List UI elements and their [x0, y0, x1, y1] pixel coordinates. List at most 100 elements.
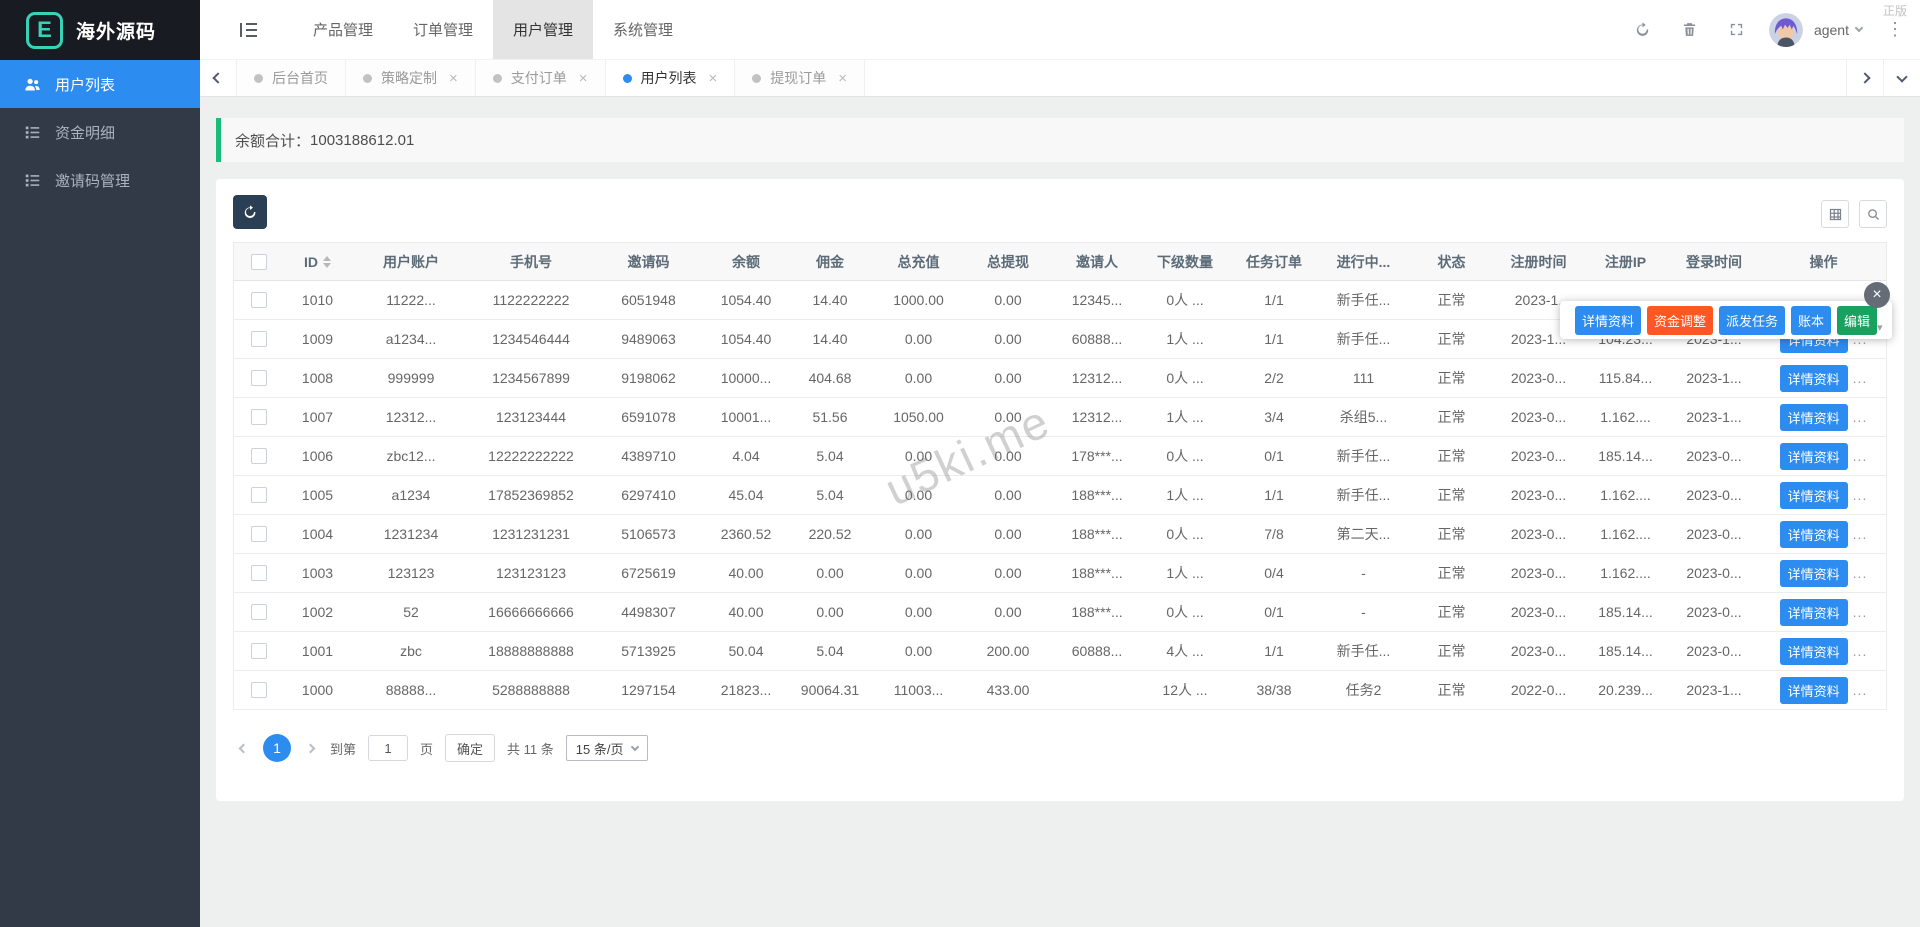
- cell-commission: 5.04: [786, 643, 874, 659]
- row-checkbox[interactable]: [251, 292, 267, 308]
- tab-label: 策略定制: [381, 68, 437, 88]
- sidebar-collapse-button[interactable]: [240, 23, 257, 37]
- page-size-select[interactable]: 15 条/页: [566, 735, 649, 761]
- tab-dot-icon: [752, 74, 761, 83]
- refresh-button[interactable]: [1634, 21, 1651, 38]
- cell-subs: 0人 ...: [1141, 446, 1229, 466]
- row-checkbox[interactable]: [251, 526, 267, 542]
- row-checkbox-cell: [234, 487, 284, 503]
- cell-account: 12312...: [351, 409, 471, 425]
- fullscreen-button[interactable]: [1728, 21, 1745, 38]
- tabs-menu-button[interactable]: [1883, 60, 1920, 96]
- balance-summary-value: 1003188612.01: [310, 132, 414, 149]
- row-checkbox[interactable]: [251, 448, 267, 464]
- cell-withdraw: 0.00: [963, 565, 1053, 581]
- sort-icon[interactable]: [323, 256, 331, 268]
- row-more-actions-button[interactable]: ...: [1853, 409, 1868, 425]
- popup-action-button[interactable]: 资金调整: [1647, 306, 1713, 335]
- tab-close-icon[interactable]: ×: [709, 70, 718, 87]
- scroll-down-icon[interactable]: ▾: [1877, 321, 1883, 334]
- row-detail-button[interactable]: 详情资料: [1780, 560, 1848, 587]
- row-detail-button[interactable]: 详情资料: [1780, 365, 1848, 392]
- column-header-label: 余额: [732, 252, 760, 272]
- cell-account: zbc: [351, 643, 471, 659]
- row-detail-button[interactable]: 详情资料: [1780, 599, 1848, 626]
- goto-page-input[interactable]: [368, 735, 408, 761]
- row-checkbox[interactable]: [251, 331, 267, 347]
- tab-close-icon[interactable]: ×: [838, 70, 847, 87]
- row-more-actions-button[interactable]: ...: [1853, 643, 1868, 659]
- row-more-actions-button[interactable]: ...: [1853, 370, 1868, 386]
- tab-item[interactable]: 策略定制 ×: [346, 60, 476, 96]
- table-search-button[interactable]: [1859, 200, 1887, 228]
- table-refresh-button[interactable]: [233, 195, 267, 229]
- nav-menu-item[interactable]: 系统管理: [593, 0, 693, 59]
- row-checkbox-cell: [234, 526, 284, 542]
- row-more-actions-button[interactable]: ...: [1853, 448, 1868, 464]
- row-checkbox[interactable]: [251, 643, 267, 659]
- tabbar: 后台首页策略定制×支付订单×用户列表×提现订单×: [200, 60, 1920, 97]
- table-row: 1005a123417852369852629741045.045.040.00…: [234, 476, 1886, 515]
- tabs-scroll-left-button[interactable]: [200, 60, 237, 96]
- popup-close-button[interactable]: ×: [1864, 282, 1890, 308]
- nav-menu-item[interactable]: 产品管理: [293, 0, 393, 59]
- tab-close-icon[interactable]: ×: [579, 70, 588, 87]
- sidebar-item[interactable]: 用户列表: [0, 60, 200, 108]
- clear-cache-button[interactable]: [1681, 21, 1698, 38]
- sidebar-item[interactable]: 资金明细: [0, 108, 200, 156]
- row-checkbox[interactable]: [251, 682, 267, 698]
- user-menu[interactable]: agent: [1814, 22, 1862, 38]
- popup-action-button[interactable]: 账本: [1791, 306, 1831, 335]
- cell-progress: 杀组5...: [1319, 407, 1408, 427]
- tab-item[interactable]: 后台首页: [237, 60, 346, 96]
- column-header-label: 手机号: [510, 252, 552, 272]
- column-header-account: 用户账户: [351, 252, 471, 272]
- row-checkbox[interactable]: [251, 409, 267, 425]
- row-more-actions-button[interactable]: ...: [1853, 526, 1868, 542]
- current-page-button[interactable]: 1: [263, 734, 291, 762]
- avatar[interactable]: [1769, 13, 1803, 47]
- tab-item[interactable]: 提现订单×: [735, 60, 865, 96]
- row-more-actions-button[interactable]: ...: [1853, 565, 1868, 581]
- cell-account: 123123: [351, 565, 471, 581]
- tab-item[interactable]: 支付订单×: [476, 60, 606, 96]
- row-checkbox[interactable]: [251, 370, 267, 386]
- cell-balance: 45.04: [706, 487, 786, 503]
- goto-confirm-button[interactable]: 确定: [445, 734, 495, 762]
- row-more-actions-button[interactable]: ...: [1853, 604, 1868, 620]
- row-detail-button[interactable]: 详情资料: [1780, 404, 1848, 431]
- row-detail-button[interactable]: 详情资料: [1780, 638, 1848, 665]
- prev-page-button[interactable]: [236, 741, 251, 756]
- cell-commission: 5.04: [786, 487, 874, 503]
- row-detail-button[interactable]: 详情资料: [1780, 677, 1848, 704]
- tab-close-icon[interactable]: ×: [449, 70, 458, 87]
- more-options-button[interactable]: ⋮: [1886, 19, 1904, 40]
- row-checkbox[interactable]: [251, 487, 267, 503]
- row-checkbox-cell: [234, 682, 284, 698]
- cell-status: 正常: [1408, 602, 1495, 622]
- sidebar-item[interactable]: 邀请码管理: [0, 156, 200, 204]
- row-detail-button[interactable]: 详情资料: [1780, 482, 1848, 509]
- popup-action-button[interactable]: 详情资料: [1575, 306, 1641, 335]
- tabs-scroll-right-button[interactable]: [1846, 60, 1883, 96]
- row-more-actions-button[interactable]: ...: [1853, 487, 1868, 503]
- row-more-actions-button[interactable]: ...: [1853, 682, 1868, 698]
- next-page-button[interactable]: [303, 741, 318, 756]
- row-detail-button[interactable]: 详情资料: [1780, 443, 1848, 470]
- row-checkbox-cell: [234, 448, 284, 464]
- nav-menu-item[interactable]: 用户管理: [493, 0, 593, 59]
- row-detail-button[interactable]: 详情资料: [1780, 521, 1848, 548]
- tab-item[interactable]: 用户列表×: [606, 60, 736, 96]
- popup-action-button[interactable]: 编辑: [1837, 306, 1877, 335]
- select-all-checkbox[interactable]: [251, 254, 267, 270]
- refresh-icon: [242, 204, 258, 220]
- tab-dot-icon: [623, 74, 632, 83]
- popup-action-button[interactable]: 派发任务: [1719, 306, 1785, 335]
- table-columns-button[interactable]: [1821, 200, 1849, 228]
- cell-phone: 17852369852: [471, 487, 591, 503]
- row-checkbox[interactable]: [251, 565, 267, 581]
- row-checkbox[interactable]: [251, 604, 267, 620]
- nav-menu-item[interactable]: 订单管理: [393, 0, 493, 59]
- chevron-down-icon: [1896, 71, 1907, 82]
- sidebar-item-label: 用户列表: [55, 74, 115, 95]
